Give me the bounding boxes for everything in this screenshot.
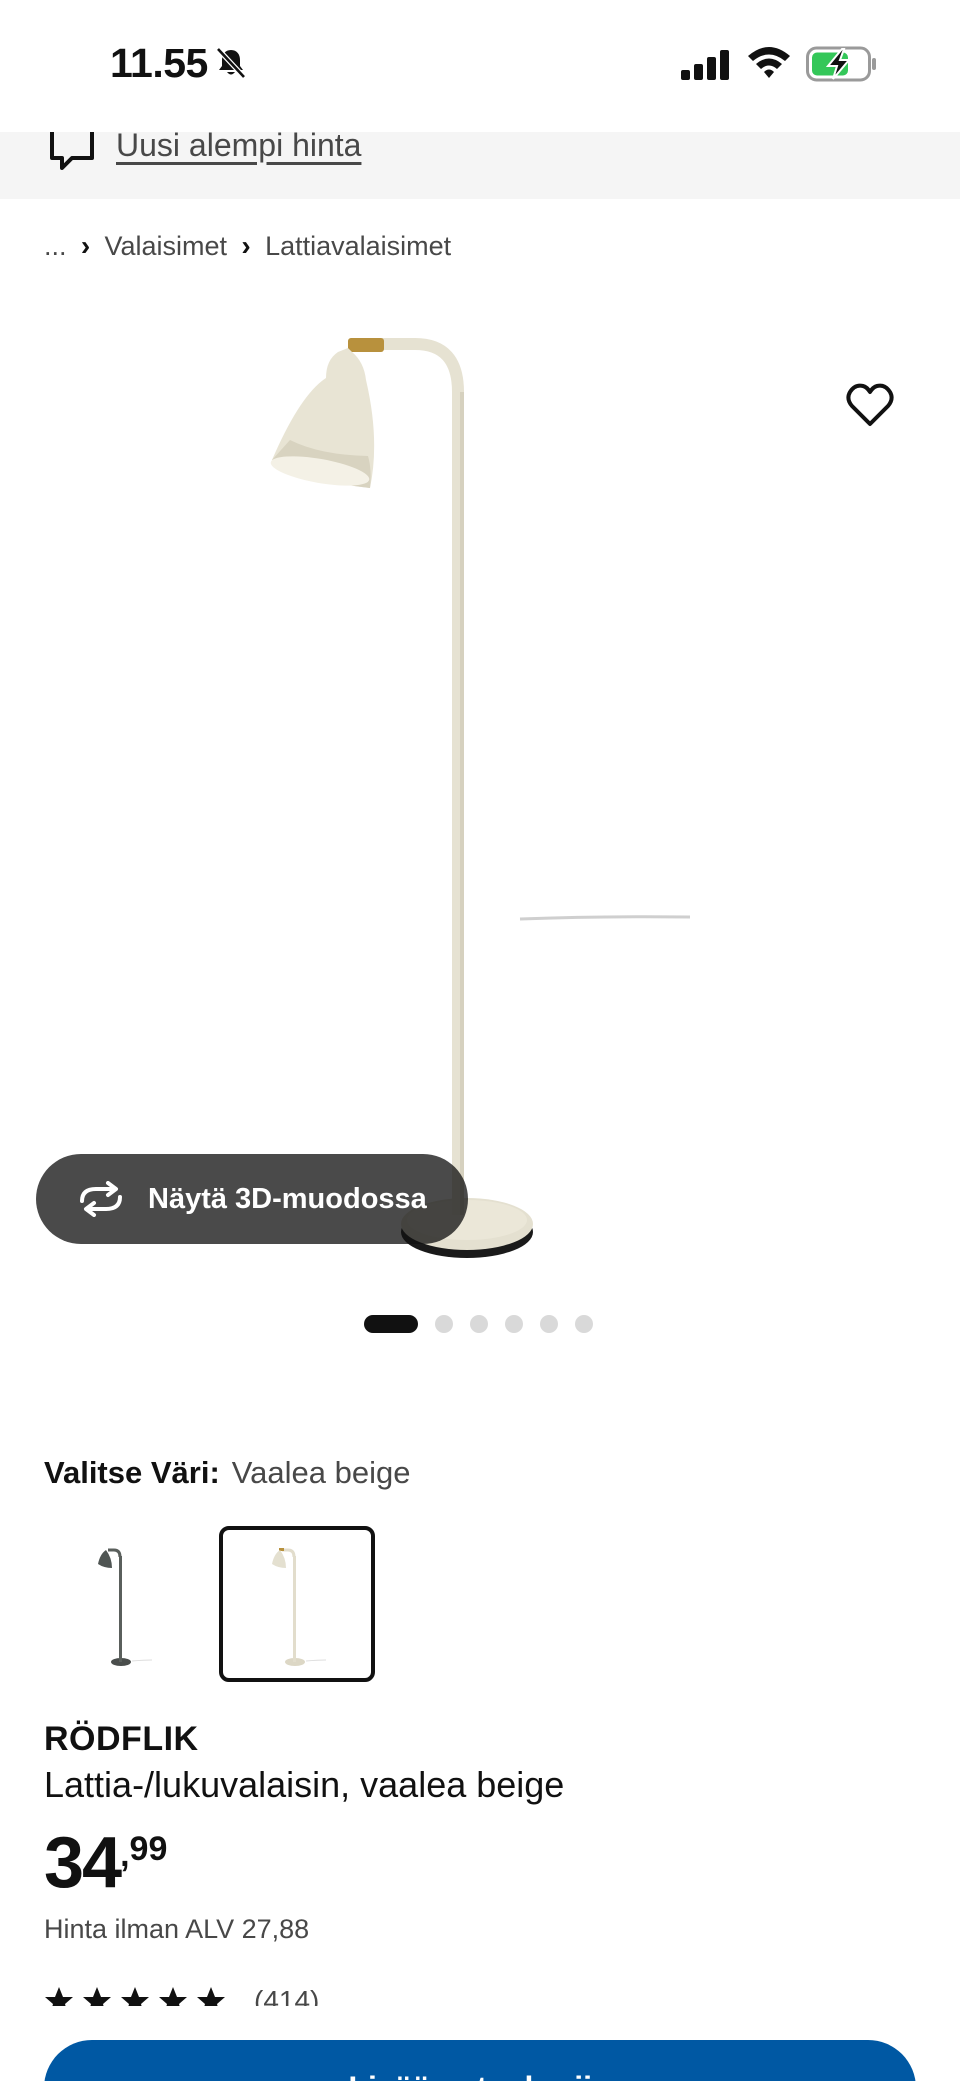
price-decimals: 99 bbox=[129, 1830, 168, 1868]
add-to-cart-button[interactable]: Lisää ostoskoriin bbox=[44, 2040, 916, 2081]
status-bar: 11.55 bbox=[0, 0, 960, 132]
view-3d-button[interactable]: Näytä 3D-muodossa bbox=[36, 1154, 468, 1244]
swatch-beige-image bbox=[272, 1548, 327, 1666]
selected-color: Vaalea beige bbox=[231, 1455, 411, 1490]
chevron-right-icon: › bbox=[80, 230, 91, 261]
star-icon bbox=[45, 1987, 73, 2006]
view-3d-label: Näytä 3D-muodossa bbox=[148, 1182, 427, 1215]
color-select-label: Valitse Väri: Vaalea beige bbox=[44, 1455, 410, 1491]
breadcrumb-ellipsis[interactable]: ... bbox=[44, 231, 67, 262]
signal-icon bbox=[681, 50, 729, 80]
carousel-dot-6[interactable] bbox=[575, 1315, 593, 1333]
product-description: Lattia-/lukuvalaisin, vaalea beige bbox=[44, 1764, 565, 1805]
breadcrumb-item-valaisimet[interactable]: Valaisimet bbox=[105, 231, 228, 262]
chat-bubble-icon bbox=[50, 132, 94, 170]
battery-charging-icon bbox=[806, 46, 876, 82]
status-time: 11.55 bbox=[110, 40, 208, 86]
carousel-dot-1[interactable] bbox=[364, 1315, 418, 1333]
star-icon bbox=[83, 1987, 111, 2006]
breadcrumb: ... › Valaisimet › Lattiavalaisimet bbox=[44, 226, 451, 266]
carousel-dot-2[interactable] bbox=[435, 1315, 453, 1333]
rotate-3d-icon bbox=[80, 1181, 122, 1217]
carousel-dot-3[interactable] bbox=[470, 1315, 488, 1333]
product-rating[interactable]: (414) bbox=[44, 1986, 364, 2006]
breadcrumb-item-lattiavalaisimet[interactable]: Lattiavalaisimet bbox=[265, 231, 451, 262]
price-banner[interactable]: Uusi alempi hinta bbox=[0, 132, 960, 199]
bell-off-icon bbox=[216, 47, 246, 79]
carousel-dot-5[interactable] bbox=[540, 1315, 558, 1333]
heart-icon[interactable] bbox=[844, 380, 896, 432]
product-name: RÖDFLIK bbox=[44, 1720, 199, 1758]
color-swatch-beige[interactable] bbox=[219, 1526, 375, 1682]
color-swatch-grey[interactable] bbox=[44, 1526, 200, 1682]
star-icon bbox=[197, 1987, 225, 2006]
price-separator: , bbox=[120, 1836, 130, 1874]
product-price: 34,99 bbox=[44, 1822, 167, 1904]
carousel-dot-4[interactable] bbox=[505, 1315, 523, 1333]
price-whole: 34 bbox=[44, 1823, 122, 1903]
price-without-vat: Hinta ilman ALV 27,88 bbox=[44, 1914, 310, 1944]
wifi-icon bbox=[748, 47, 790, 78]
rating-count: (414) bbox=[254, 1986, 320, 2006]
chevron-right-icon: › bbox=[241, 230, 251, 261]
color-label: Valitse Väri: bbox=[44, 1455, 220, 1490]
star-icon bbox=[159, 1987, 187, 2006]
swatch-grey-image bbox=[98, 1548, 153, 1666]
product-image[interactable] bbox=[0, 300, 960, 1280]
star-icon bbox=[121, 1987, 149, 2006]
banner-link[interactable]: Uusi alempi hinta bbox=[116, 132, 361, 164]
carousel-indicator[interactable] bbox=[364, 1314, 593, 1334]
